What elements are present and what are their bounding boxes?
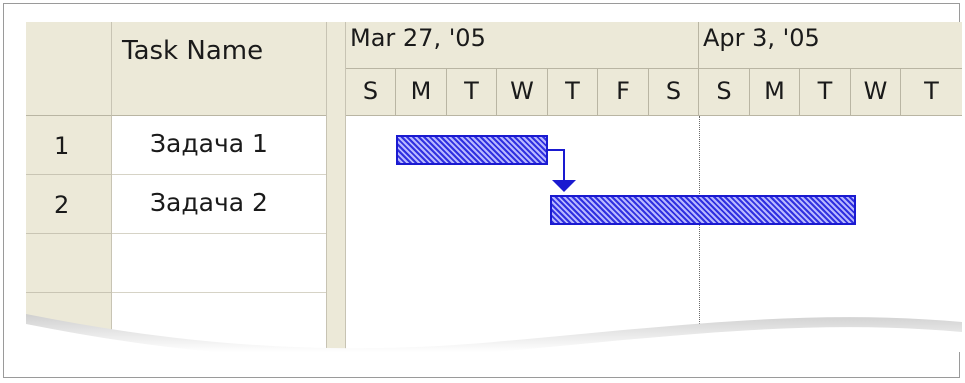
timeline-pane: Mar 27, '05 Apr 3, '05 S M T W T F S S M… xyxy=(346,22,962,352)
dependency-link xyxy=(548,149,576,192)
task-name-cell-3[interactable] xyxy=(112,234,326,293)
task-name-cell-1[interactable]: Задача 1 xyxy=(112,116,326,175)
pane-splitter[interactable] xyxy=(326,22,346,352)
task-name-cell-2[interactable]: Задача 2 xyxy=(112,175,326,234)
task-name-column-header[interactable]: Task Name xyxy=(112,22,326,116)
select-all-cell[interactable] xyxy=(26,22,112,116)
row-id-4[interactable] xyxy=(26,293,112,352)
row-id-1[interactable]: 1 xyxy=(26,116,112,175)
task-table: Task Name 1 Задача 1 2 Задача 2 xyxy=(26,22,326,352)
gantt-view: Task Name 1 Задача 1 2 Задача 2 Mar 27, … xyxy=(26,22,962,352)
task-name-cell-4[interactable] xyxy=(112,293,326,352)
row-id-2[interactable]: 2 xyxy=(26,175,112,234)
row-id-3[interactable] xyxy=(26,234,112,293)
gantt-frame: Task Name 1 Задача 1 2 Задача 2 Mar 27, … xyxy=(3,3,962,378)
